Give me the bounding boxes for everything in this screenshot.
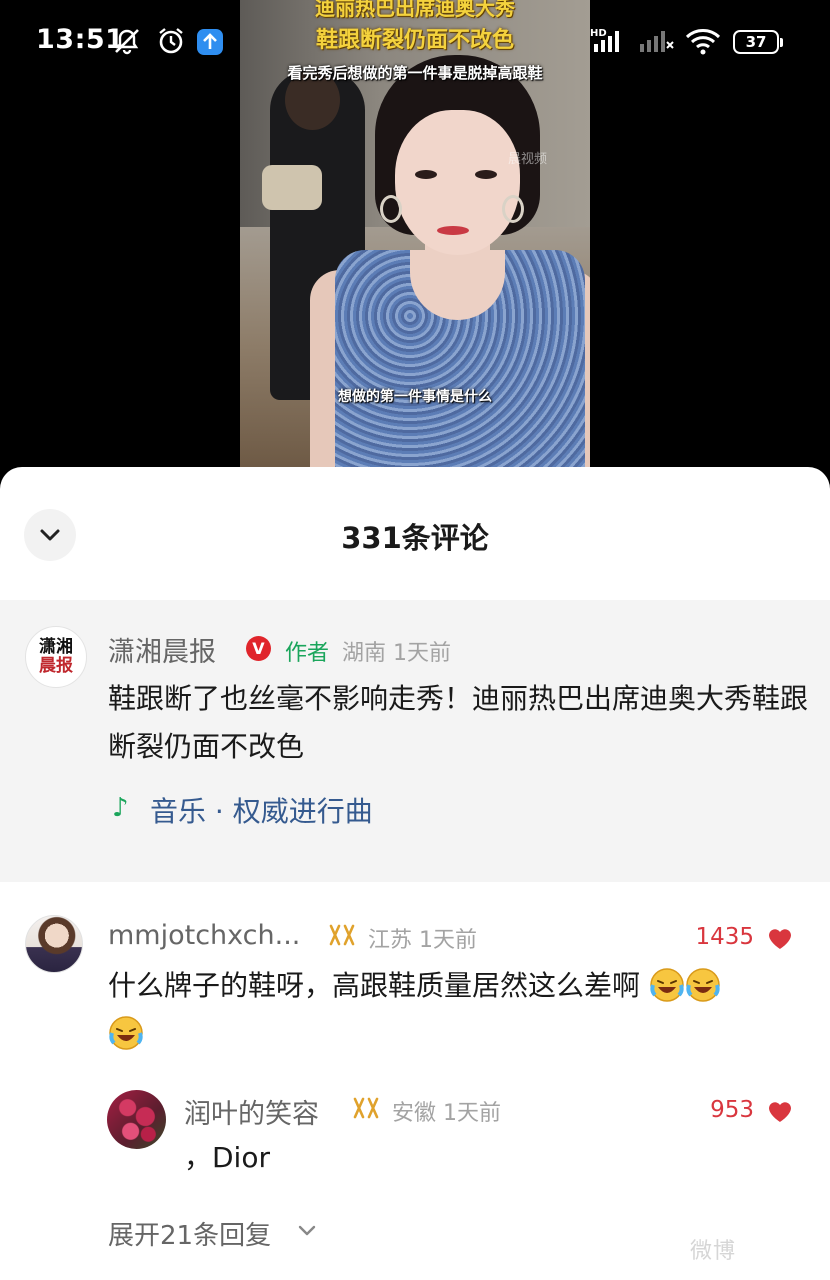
user-avatar[interactable] <box>25 915 83 973</box>
alarm-clock-icon <box>159 28 183 54</box>
laughing-crying-emoji-icon <box>109 1016 143 1050</box>
watermark: 微博 <box>690 1239 737 1264</box>
comments-count-title: 331条评论 <box>341 521 489 555</box>
video-watermark: 晨视频 <box>508 152 548 167</box>
author-comment-text: 鞋跟断了也丝毫不影响走秀！迪丽热巴出席迪奥大秀鞋跟断裂仍面不改色 <box>108 682 809 763</box>
video-subject-earring <box>502 195 524 223</box>
comments-header: 331条评论 <box>0 467 830 600</box>
author-avatar-text: 晨报 <box>39 656 73 676</box>
battery-indicator: 37 <box>733 30 783 54</box>
comments-sheet: 331条评论 潇湘 晨报 潇湘晨报 V 作者 湖南 1天前 鞋跟断了也丝毫不影响… <box>0 467 830 1280</box>
laughing-crying-emoji-icon <box>686 968 720 1002</box>
user-level-badge-icon <box>329 924 355 946</box>
author-comment[interactable]: 潇湘 晨报 潇湘晨报 V 作者 湖南 1天前 鞋跟断了也丝毫不影响走秀！迪丽热巴… <box>0 600 830 882</box>
music-note-icon: ♪ <box>112 793 129 823</box>
author-name[interactable]: 潇湘晨报 <box>108 630 216 669</box>
comment-location-time: 安徽 1天前 <box>392 1101 501 1126</box>
video-subject-earring <box>380 195 402 223</box>
comment-text: ，Dior <box>184 1141 270 1174</box>
comment-username[interactable]: mmjotchxch... <box>108 920 300 951</box>
comment-location-time: 湖南 1天前 <box>342 641 451 666</box>
video-subject-eye <box>415 170 437 179</box>
notifications-muted-icon <box>115 29 139 55</box>
video-subject-eye <box>475 170 497 179</box>
heart-icon[interactable] <box>766 1098 794 1124</box>
user-level-badge-icon <box>353 1097 379 1119</box>
comment-location-time: 江苏 1天前 <box>368 928 477 953</box>
signal-strength-icon: HD <box>590 28 619 52</box>
like-count: 1435 <box>695 924 754 950</box>
like-count: 953 <box>710 1097 754 1123</box>
author-avatar[interactable]: 潇湘 晨报 <box>25 626 87 688</box>
author-tag: 作者 <box>285 641 330 666</box>
video-subtitle: 想做的第一件事情是什么 <box>338 389 492 405</box>
wifi-icon <box>685 29 721 55</box>
signal-strength-secondary-icon <box>640 31 674 52</box>
video-background-bag <box>262 165 322 210</box>
expand-replies-button[interactable]: 展开21条回复 <box>108 1215 271 1252</box>
status-bar: 13:51 HD 37 <box>0 0 830 80</box>
music-link[interactable]: 音乐 · 权威进行曲 <box>150 790 373 830</box>
svg-text:HD: HD <box>590 28 607 39</box>
heart-icon[interactable] <box>766 925 794 951</box>
chevron-down-icon[interactable] <box>296 1223 318 1239</box>
laughing-crying-emoji-icon <box>650 968 684 1002</box>
comment-text: 什么牌子的鞋呀，高跟鞋质量居然这么差啊 <box>108 962 808 1058</box>
user-avatar[interactable] <box>107 1090 166 1149</box>
author-avatar-text: 潇湘 <box>39 637 73 657</box>
upload-notification-icon <box>197 29 223 55</box>
video-subject-lips <box>437 226 469 235</box>
verified-badge-icon: V <box>246 636 271 661</box>
comment-text-content: 什么牌子的鞋呀，高跟鞋质量居然这么差啊 <box>108 969 641 1002</box>
comment-username[interactable]: 润叶的笑容 <box>184 1092 319 1131</box>
